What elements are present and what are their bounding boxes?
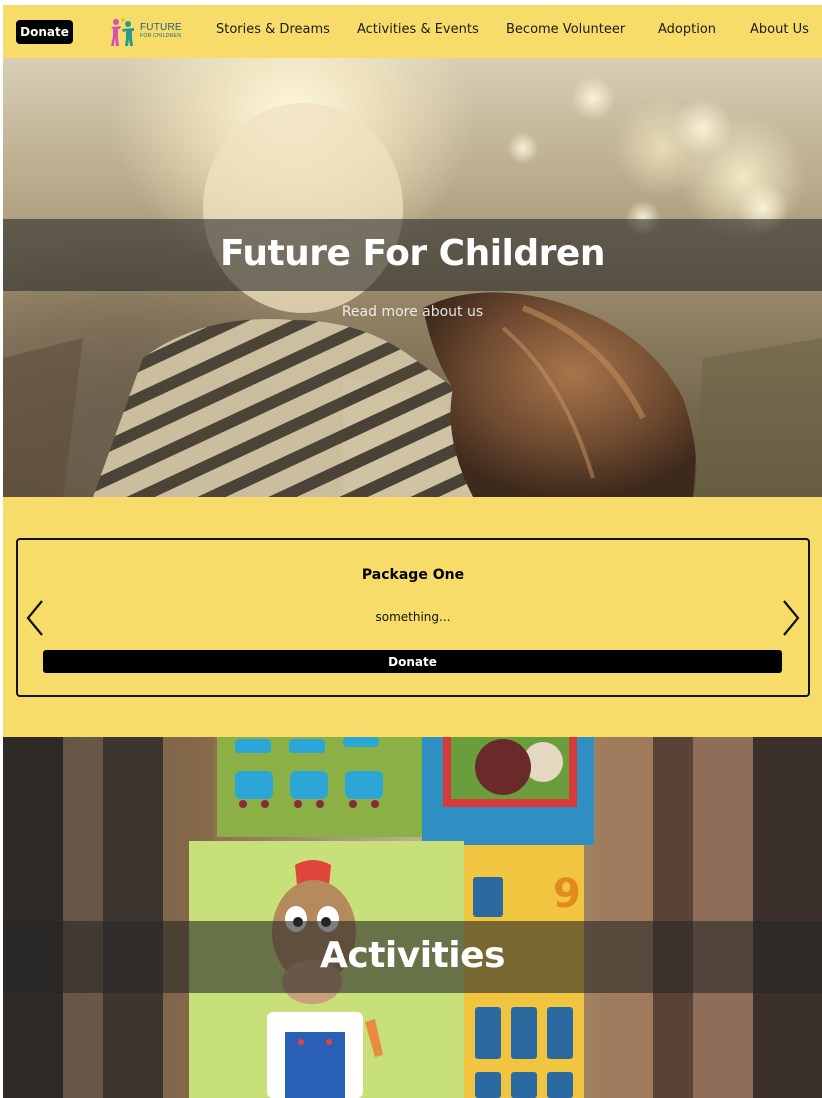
hero-title: Future For Children	[220, 233, 605, 274]
chevron-right-icon	[783, 600, 800, 636]
activities-photo: 9	[3, 737, 822, 1098]
package-title: Package One	[361, 567, 465, 583]
top-navbar: Donate FUTURE FOR CHILDREN Stories & Dre…	[3, 5, 822, 58]
logo-word: FUTURE	[140, 22, 182, 33]
package-card: Package One something... Donate	[16, 538, 810, 697]
nav-donate-button[interactable]: Donate	[16, 20, 73, 44]
nav-link-adoption[interactable]: Adoption	[658, 22, 716, 37]
site-logo[interactable]: FUTURE FOR CHILDREN	[107, 17, 183, 47]
carousel-next-button[interactable]	[780, 598, 802, 638]
activities-title: Activities	[320, 935, 505, 976]
nav-link-about[interactable]: About Us	[750, 22, 809, 37]
children-logo-icon	[111, 18, 134, 46]
logo-subtitle: FOR CHILDREN	[140, 33, 182, 39]
svg-text:9: 9	[553, 871, 581, 917]
package-description: something...	[375, 610, 451, 624]
package-donate-button[interactable]: Donate	[43, 650, 782, 673]
page: Donate FUTURE FOR CHILDREN Stories & Dre…	[3, 5, 822, 1098]
read-more-link[interactable]: Read more about us	[3, 304, 822, 320]
nav-link-volunteer[interactable]: Become Volunteer	[506, 22, 625, 37]
nav-link-stories[interactable]: Stories & Dreams	[216, 22, 330, 37]
hero-banner: Future For Children Read more about us	[3, 58, 822, 497]
activities-banner: 9 Activities	[3, 737, 822, 1098]
donation-package-section: Package One something... Donate	[3, 497, 822, 737]
nav-link-activities[interactable]: Activities & Events	[357, 22, 479, 37]
